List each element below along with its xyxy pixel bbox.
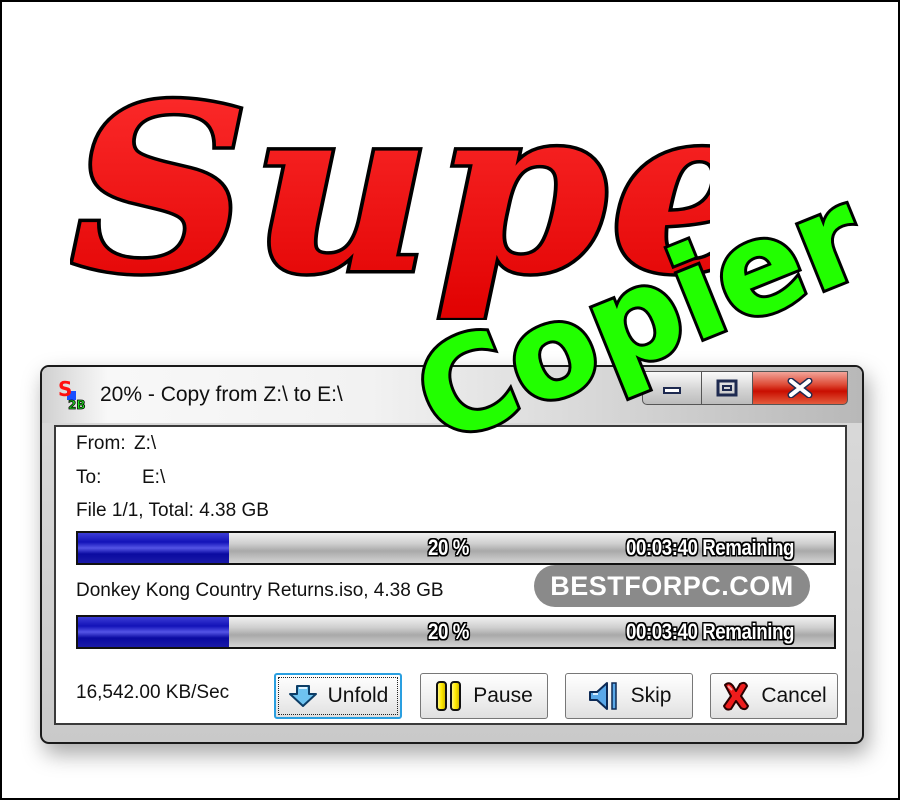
svg-text:2B: 2B [68, 398, 86, 411]
pause-label: Pause [473, 684, 533, 707]
copy-panel: From: Z:\ To: E:\ File 1/1, Total: 4.38 GB… [54, 425, 847, 725]
supercopier-icon: S 2B [58, 377, 86, 411]
file-progress-percent: 20 % [428, 619, 469, 644]
to-value: E:\ [142, 467, 166, 488]
total-progress-fill [78, 533, 230, 563]
from-label: From: [76, 433, 126, 454]
cancel-button[interactable]: Cancel [710, 673, 838, 719]
total-time-remaining: 00:03:40 Remaining [626, 535, 794, 560]
unfold-icon [288, 685, 317, 707]
total-progress-percent: 20 % [428, 535, 469, 560]
cancel-label: Cancel [761, 684, 827, 707]
to-label: To: [76, 467, 102, 488]
from-line: From: Z:\ [76, 433, 156, 455]
skip-button[interactable]: Skip [565, 673, 693, 719]
watermark-badge: BESTFORPC.COM [534, 565, 810, 607]
from-value: Z:\ [134, 433, 157, 454]
transfer-speed: 16,542.00 KB/Sec [76, 682, 230, 703]
to-line: To: E:\ [76, 467, 165, 489]
copier-title: Copier [420, 200, 888, 460]
file-progress-fill [78, 617, 230, 647]
copier-title-text: Copier [420, 200, 885, 460]
skip-label: Skip [630, 684, 672, 707]
current-file-info: Donkey Kong Country Returns.iso, 4.38 GB [76, 580, 444, 601]
unfold-label: Unfold [327, 684, 389, 707]
window-title: 20% - Copy from Z:\ to E:\ [100, 383, 343, 406]
skip-icon [588, 682, 617, 710]
total-progress-bar: 20 % 00:03:40 Remaining [76, 531, 836, 565]
pause-icon [436, 681, 462, 711]
pause-button[interactable]: Pause [420, 673, 548, 719]
file-progress-bar: 20 % 00:03:40 Remaining [76, 615, 836, 649]
cancel-icon [723, 681, 750, 711]
file-time-remaining: 00:03:40 Remaining [626, 619, 794, 644]
unfold-button[interactable]: Unfold [274, 673, 402, 719]
total-info: File 1/1, Total: 4.38 GB [76, 500, 269, 521]
